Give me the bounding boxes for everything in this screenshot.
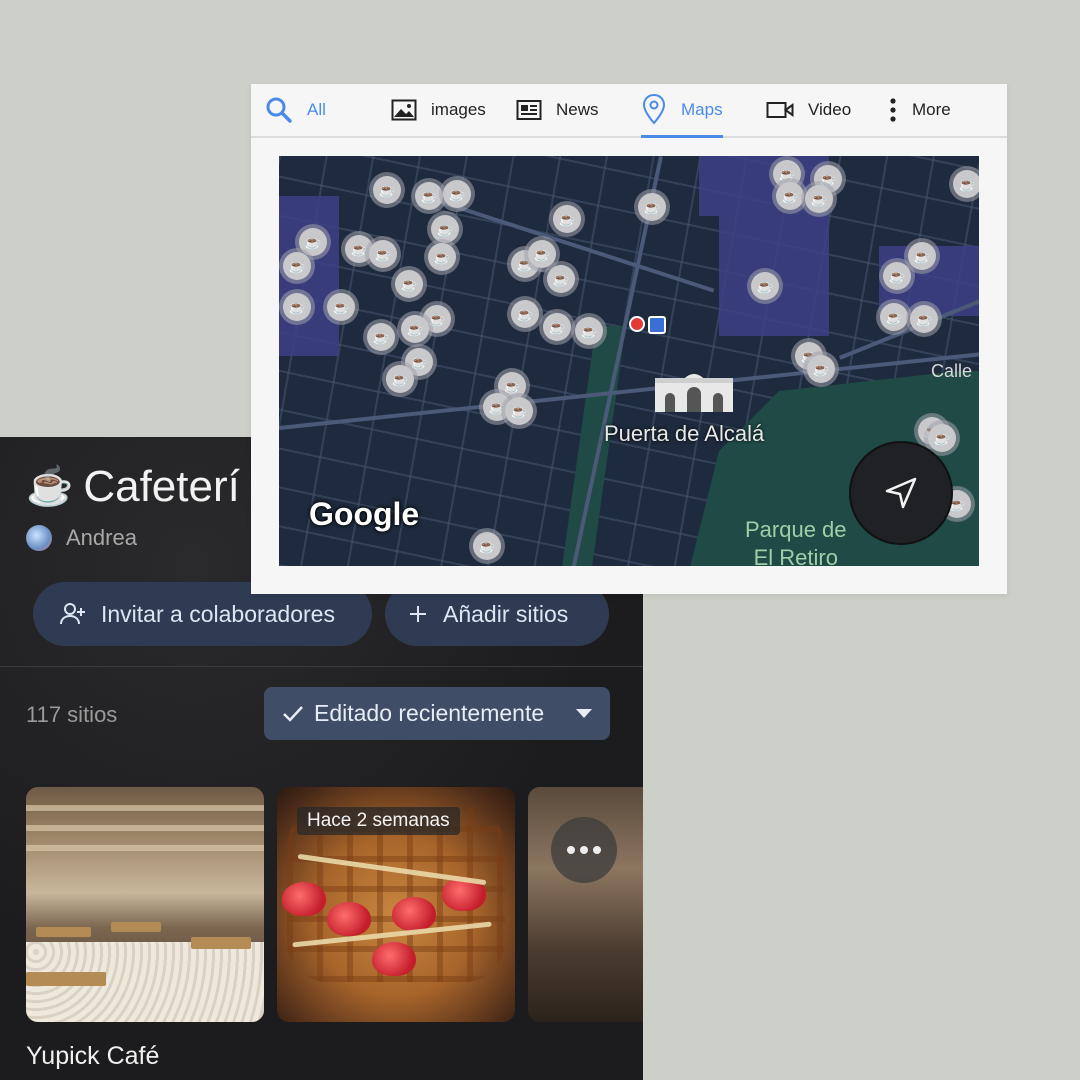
caret-down-icon — [576, 709, 592, 718]
add-label: Añadir sitios — [443, 600, 569, 627]
cafe-map-pin[interactable]: ☕ — [363, 319, 399, 355]
newspaper-icon — [516, 100, 542, 120]
place-card-photo[interactable] — [528, 787, 643, 1022]
invite-label: Invitar a colaboradores — [101, 600, 335, 627]
cafe-map-pin[interactable]: ☕ — [803, 351, 839, 387]
check-icon — [283, 705, 303, 722]
tab-news-label: News — [556, 100, 599, 119]
table — [36, 927, 91, 937]
tab-video-label: Video — [808, 100, 852, 119]
cafe-map-pin[interactable]: ☕ — [424, 239, 460, 275]
cafe-map-pin[interactable]: ☕ — [279, 248, 315, 284]
more-options-button[interactable] — [551, 817, 617, 883]
table — [26, 972, 106, 986]
park-label-line: El Retiro — [753, 545, 838, 566]
person-add-icon — [60, 603, 85, 625]
strawberry — [327, 902, 371, 936]
dot — [567, 846, 575, 854]
metro-icon — [648, 316, 666, 334]
recency-badge: Hace 2 semanas — [297, 807, 460, 835]
list-title: ☕ Cafeterí — [26, 462, 240, 512]
tab-video[interactable]: Video — [766, 84, 851, 136]
tab-images[interactable]: images — [391, 84, 486, 136]
strawberry — [392, 897, 436, 931]
cafe-map-pin[interactable]: ☕ — [279, 289, 315, 325]
tab-more[interactable]: More — [888, 84, 951, 136]
list-owner[interactable]: Andrea — [26, 525, 137, 551]
cafe-map-pin[interactable]: ☕ — [365, 236, 401, 272]
tab-maps[interactable]: Maps — [641, 84, 723, 138]
plus-icon — [410, 606, 426, 622]
strawberry — [372, 942, 416, 976]
owner-name: Andrea — [66, 525, 137, 550]
search-results-card: All images News Maps Video More ☕ ☕ ☕ ☕ … — [251, 84, 1007, 594]
navigation-arrow-icon — [885, 477, 917, 509]
cafe-map-pin[interactable]: ☕ — [382, 361, 418, 397]
table — [111, 922, 161, 932]
cafe-map-pin[interactable]: ☕ — [949, 166, 979, 202]
cafe-map-pin[interactable]: ☕ — [397, 311, 433, 347]
cafe-map-pin[interactable]: ☕ — [801, 181, 837, 217]
table — [191, 937, 251, 949]
cafe-map-pin[interactable]: ☕ — [879, 258, 915, 294]
cafe-map-pin[interactable]: ☕ — [549, 201, 585, 237]
street-label: Calle — [931, 361, 973, 381]
sort-dropdown[interactable]: Editado recientemente — [264, 687, 610, 740]
cafe-map-pin[interactable]: ☕ — [634, 189, 670, 225]
ceiling-beam — [26, 845, 264, 851]
place-card-photo[interactable] — [26, 787, 264, 1022]
cafe-map-pin[interactable]: ☕ — [539, 309, 575, 345]
more-vert-icon — [890, 98, 896, 122]
tab-more-label: More — [912, 100, 951, 119]
cafe-map-pin[interactable]: ☕ — [543, 261, 579, 297]
poi-label[interactable]: Puerta de Alcalá — [604, 421, 764, 447]
tab-news[interactable]: News — [516, 84, 599, 136]
tab-images-label: images — [431, 100, 486, 119]
video-icon — [766, 102, 794, 118]
metro-station-icons[interactable] — [629, 316, 666, 334]
image-icon — [391, 99, 417, 121]
cafe-map-pin[interactable]: ☕ — [439, 176, 475, 212]
google-logo: Google — [309, 496, 420, 532]
cafe-map-pin[interactable]: ☕ — [507, 296, 543, 332]
avatar — [26, 525, 52, 551]
active-tab-indicator — [641, 135, 723, 138]
park-label[interactable]: Parque de El Retiro — [745, 516, 847, 566]
navigate-button[interactable] — [849, 441, 953, 545]
ceiling-beam — [26, 825, 264, 831]
cafe-map-pin[interactable]: ☕ — [323, 289, 359, 325]
divider — [0, 666, 643, 667]
monument-icon[interactable] — [651, 364, 737, 414]
cercanias-icon — [629, 316, 645, 332]
coffee-icon: ☕ — [26, 466, 74, 508]
tab-all[interactable]: All — [265, 84, 326, 136]
ceiling-beam — [26, 805, 264, 811]
cafe-map-pin[interactable]: ☕ — [369, 172, 405, 208]
location-pin-icon — [642, 93, 666, 125]
map-view[interactable]: ☕ ☕ ☕ ☕ ☕ ☕ ☕ ☕ ☕ ☕ ☕ ☕ ☕ ☕ ☕ ☕ ☕ ☕ ☕ ☕ … — [279, 156, 979, 566]
places-count: 117 sitios — [26, 702, 118, 727]
cafe-map-pin[interactable]: ☕ — [391, 266, 427, 302]
tab-maps-label: Maps — [681, 100, 723, 119]
strawberry — [282, 882, 326, 916]
search-tabs: All images News Maps Video More — [251, 84, 1007, 138]
cafe-map-pin[interactable]: ☕ — [501, 393, 537, 429]
cafe-map-pin[interactable]: ☕ — [469, 528, 505, 564]
dot — [593, 846, 601, 854]
park-label-line: Parque de — [745, 517, 847, 542]
dot — [580, 846, 588, 854]
list-title-text: Cafeterí — [83, 462, 240, 511]
cafe-map-pin[interactable]: ☕ — [747, 268, 783, 304]
cafe-map-pin[interactable]: ☕ — [906, 301, 942, 337]
cafe-map-pin[interactable]: ☕ — [571, 313, 607, 349]
place-card-photo[interactable]: Hace 2 semanas — [277, 787, 515, 1022]
search-icon — [266, 97, 292, 123]
sort-label: Editado recientemente — [314, 700, 545, 726]
tab-all-label: All — [307, 100, 326, 119]
place-name[interactable]: Yupick Café — [26, 1042, 159, 1071]
